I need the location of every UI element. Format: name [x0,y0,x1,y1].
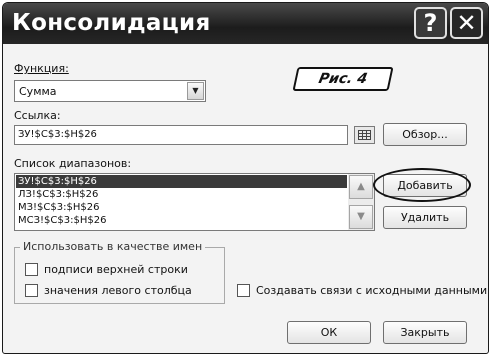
reference-input[interactable]: ЗУ!$C$3:$H$26 [14,125,348,145]
scroll-up-icon[interactable]: ▲ [349,175,373,199]
list-scrollbar[interactable]: ▲ ▼ [348,174,374,230]
function-selected-value: Сумма [19,85,57,98]
range-select-icon [358,130,371,140]
left-column-label: значения левого столбца [44,284,192,297]
left-column-checkbox[interactable] [25,284,38,297]
create-links-label: Создавать связи с исходными данными [256,284,488,297]
dialog-title: Консолидация [12,10,211,36]
close-icon[interactable]: ✕ [450,7,483,39]
close-button[interactable]: Закрыть [383,321,467,344]
create-links-checkbox[interactable] [237,284,250,297]
chevron-down-icon[interactable]: ▼ [187,82,204,100]
range-list-item[interactable]: ЛЗ!$C$3:$H$26 [16,188,347,201]
range-list-item-selected[interactable]: ЗУ!$C$3:$H$26 [16,175,347,188]
scroll-down-icon[interactable]: ▼ [349,205,373,229]
top-row-checkbox[interactable] [25,263,38,276]
ok-button[interactable]: ОК [287,321,371,344]
ranges-listbox[interactable]: ЗУ!$C$3:$H$26 ЛЗ!$C$3:$H$26 МЗ!$C$3:$H$2… [14,173,375,231]
function-select[interactable]: Сумма ▼ [14,80,206,102]
delete-button[interactable]: Удалить [383,206,467,229]
range-list-item[interactable]: МСЗ!$C$3:$H$26 [16,214,347,227]
add-button[interactable]: Добавить [383,174,467,197]
collapse-dialog-button[interactable] [354,126,375,144]
consolidate-dialog: Консолидация ? ✕ Функция: Сумма ▼ Рис. 4… [2,2,489,354]
function-label: Функция: [14,62,69,75]
top-row-label: подписи верхней строки [44,263,188,276]
title-bar: Консолидация ? ✕ [3,3,488,44]
range-list-item[interactable]: МЗ!$C$3:$H$26 [16,201,347,214]
help-button[interactable]: ? [414,7,447,39]
figure-tag: Рис. 4 [292,67,394,91]
browse-button[interactable]: Обзор... [383,123,467,146]
reference-label: Ссылка: [14,109,61,122]
use-names-legend: Использовать в качестве имен [20,240,206,253]
ranges-label: Список диапазонов: [14,157,132,170]
